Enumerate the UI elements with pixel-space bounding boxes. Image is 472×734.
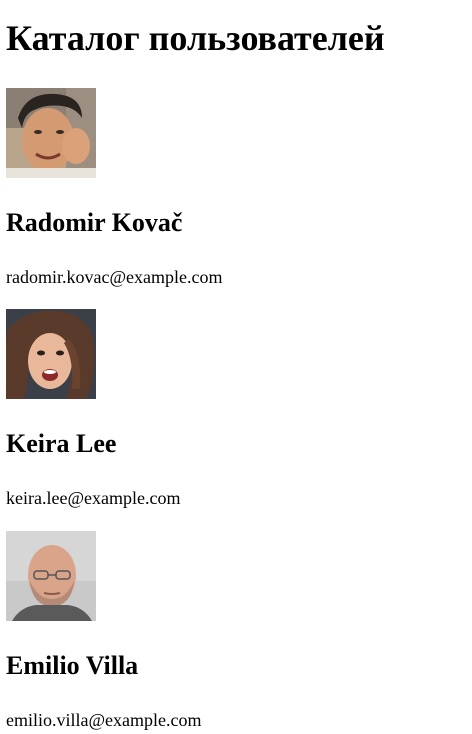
page-title: Каталог пользователей <box>6 18 385 58</box>
user-card: Emilio Villa emilio.villa@example.com <box>6 531 466 731</box>
user-email: keira.lee@example.com <box>6 488 181 508</box>
user-catalog-page: Каталог пользователей Radomir Kovač rado… <box>0 0 472 734</box>
user-avatar-image <box>6 88 96 178</box>
user-name: Radomir Kovač <box>6 208 183 237</box>
user-avatar-image <box>6 531 96 621</box>
user-card: Keira Lee keira.lee@example.com <box>6 309 466 509</box>
user-name: Emilio Villa <box>6 651 139 680</box>
user-name: Keira Lee <box>6 429 117 458</box>
user-avatar-image <box>6 309 96 399</box>
user-email: emilio.villa@example.com <box>6 710 202 730</box>
user-email: radomir.kovac@example.com <box>6 267 223 287</box>
user-card: Radomir Kovač radomir.kovac@example.com <box>6 88 466 288</box>
